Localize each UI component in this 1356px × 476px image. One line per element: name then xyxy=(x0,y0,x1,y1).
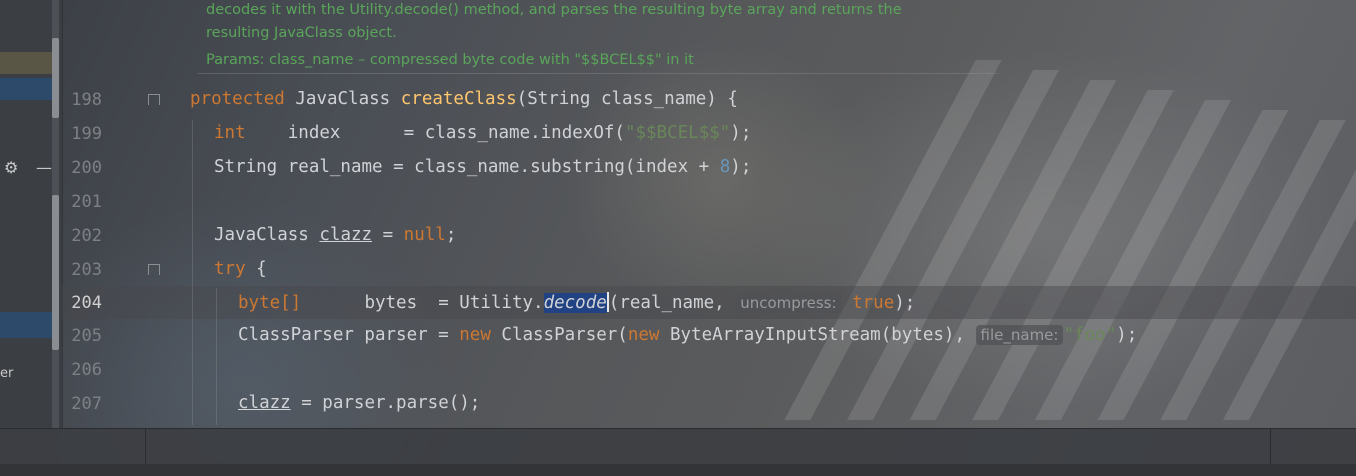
inlay-hint: uncompress: xyxy=(735,293,842,313)
line-number: 203 xyxy=(71,260,102,280)
project-panel-text: er xyxy=(0,366,14,381)
selected-text: decode xyxy=(543,293,607,313)
minimize-icon[interactable]: — xyxy=(36,158,52,177)
doc-params-text: class_name – compressed byte code with "… xyxy=(269,52,694,68)
doc-params: Params: class_name – compressed byte cod… xyxy=(206,52,694,68)
code-line-207[interactable]: clazz = parser.parse(); xyxy=(238,393,480,413)
fold-marker-icon[interactable] xyxy=(148,264,160,275)
fold-marker-icon[interactable] xyxy=(148,94,160,105)
bottom-strip xyxy=(0,464,1356,476)
code-line-200[interactable]: String real_name = class_name.substring(… xyxy=(214,157,751,177)
line-number: 200 xyxy=(71,158,102,178)
background-artwork xyxy=(0,0,1356,476)
doc-line: resulting JavaClass object. xyxy=(206,25,397,41)
inlay-hint: file_name: xyxy=(975,325,1064,345)
code-line-204[interactable]: byte[] bytes = Utility.decode (real_name,… xyxy=(238,292,915,313)
line-number: 202 xyxy=(71,226,102,246)
scrollbar-thumb[interactable] xyxy=(52,38,59,118)
code-line-205[interactable]: ClassParser parser = new ClassParser(new… xyxy=(238,325,1137,345)
line-number: 198 xyxy=(71,90,102,110)
line-number: 207 xyxy=(71,394,102,414)
code-line-203[interactable]: try { xyxy=(214,259,267,279)
code-line-199[interactable]: int index = class_name.indexOf("$$BCEL$$… xyxy=(214,123,751,143)
line-number: 206 xyxy=(71,360,102,380)
line-number: 205 xyxy=(71,326,102,346)
code-line-198[interactable]: protected JavaClass createClass(String c… xyxy=(190,89,738,109)
line-number: 201 xyxy=(71,192,102,212)
line-number: 199 xyxy=(71,124,102,144)
doc-params-label: Params: xyxy=(206,52,265,68)
code-line-202[interactable]: JavaClass clazz = null; xyxy=(214,225,456,245)
scrollbar-thumb[interactable] xyxy=(52,195,59,350)
doc-line: decodes it with the Utility.decode() met… xyxy=(206,2,902,18)
gear-icon[interactable]: ⚙ xyxy=(4,158,18,177)
status-bar xyxy=(0,428,1356,465)
line-number-current: 204 xyxy=(71,293,102,313)
